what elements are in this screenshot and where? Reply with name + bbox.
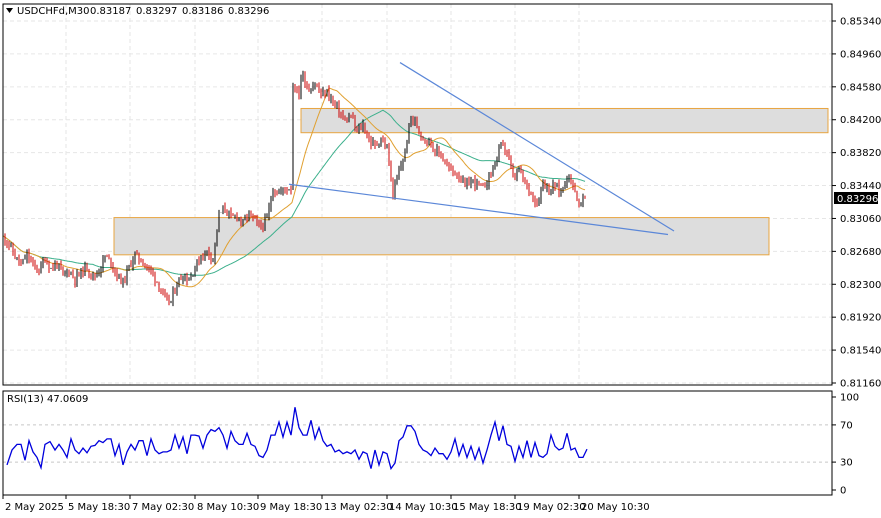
time-tick-label: 2 May 2025 [5,502,64,513]
price-tick-label: 0.83440 [840,181,881,192]
ohlc-close: 0.83296 [228,6,269,17]
price-marker: 0.83296 [834,192,878,205]
price-tick-label: 0.81920 [840,313,881,324]
price-tick-label: 0.82680 [840,247,881,258]
time-tick-label: 20 May 10:30 [581,502,650,513]
time-tick-label: 19 May 02:30 [517,502,586,513]
ohlc-open: 0.83187 [90,6,131,17]
price-tick-label: 0.84200 [840,115,881,126]
ohlc-high: 0.83297 [136,6,177,17]
price-tick-label: 0.81160 [840,379,881,390]
current-price-label: 0.83296 [837,194,878,205]
chart-header: USDCHFd,M30 0.83187 0.83297 0.83186 0.83… [6,6,269,17]
price-tick-label: 0.82300 [840,280,881,291]
price-tick-label: 0.83060 [840,214,881,225]
price-chart[interactable]: 0.85340 0.84960 0.84580 0.84200 0.83820 0.834… [0,0,881,518]
rsi-tick-label: 70 [840,420,853,431]
price-tick-label: 0.81540 [840,346,881,357]
time-tick-label: 14 May 10:30 [389,502,458,513]
time-tick-label: 8 May 10:30 [197,502,259,513]
price-tick-label: 0.84960 [840,49,881,60]
time-tick-label: 15 May 18:30 [453,502,522,513]
zone-box [113,217,770,256]
time-tick-label: 7 May 02:30 [132,502,194,513]
rsi-tick-label: 30 [840,458,853,469]
time-tick-label: 13 May 02:30 [324,502,393,513]
rsi-label: RSI(13) 47.0609 [7,394,88,405]
symbol-label: USDCHFd,M30 [17,6,90,17]
price-tick-label: 0.85340 [840,17,881,28]
rsi-tick-label: 100 [840,393,859,404]
price-tick-label: 0.83820 [840,148,881,159]
ohlc-low: 0.83186 [182,6,223,17]
time-tick-label: 9 May 18:30 [260,502,322,513]
price-tick-label: 0.84580 [840,82,881,93]
time-tick-label: 5 May 18:30 [68,502,130,513]
rsi-tick-label: 0 [840,486,846,497]
